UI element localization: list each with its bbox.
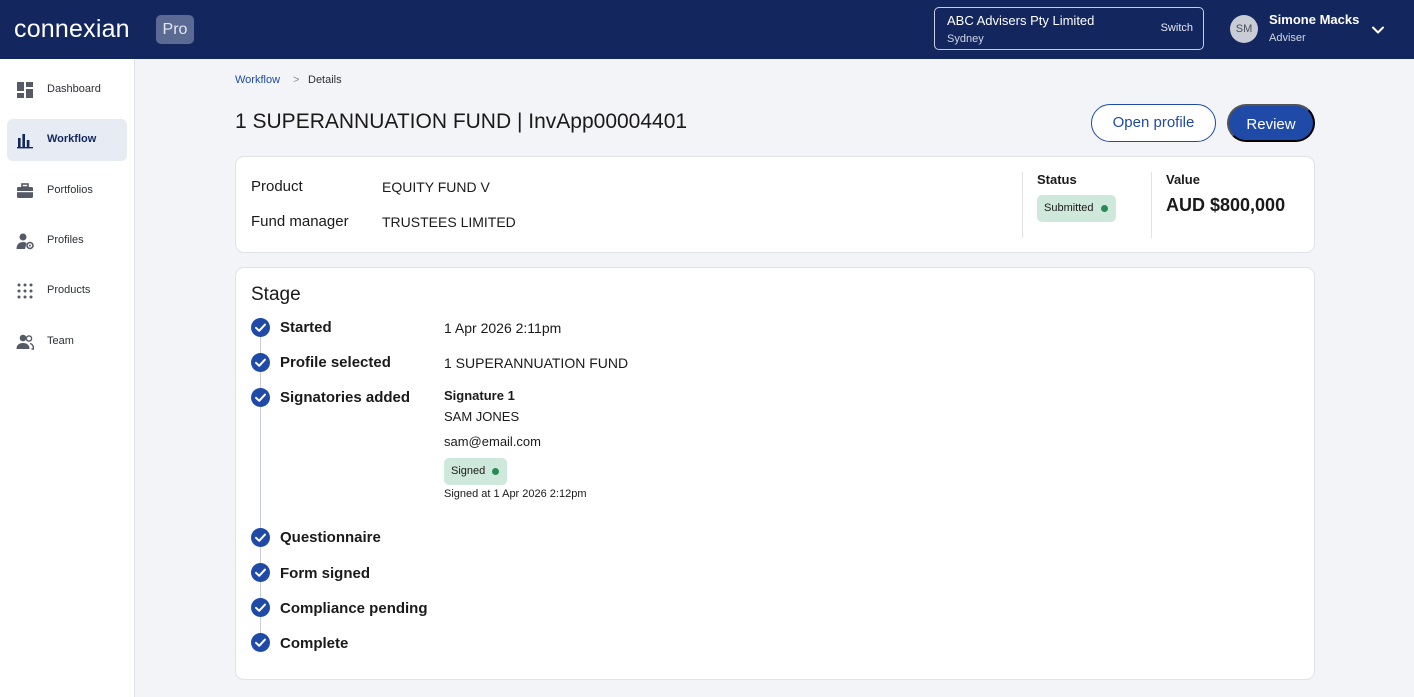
signature-heading: Signature 1 <box>444 388 515 403</box>
sidebar-item-label: Workflow <box>47 133 97 145</box>
product-label: Product <box>251 178 303 195</box>
bar-chart-icon <box>17 134 33 149</box>
sidebar-item-workflow[interactable]: Workflow <box>7 119 127 161</box>
sidebar-item-label: Products <box>47 284 91 296</box>
chevron-down-icon[interactable] <box>1370 22 1386 38</box>
sidebar-item-label: Team <box>47 335 74 347</box>
user-avatar[interactable]: SM <box>1230 15 1258 43</box>
divider <box>1022 172 1023 238</box>
app-logo[interactable]: connexian <box>14 15 130 44</box>
sidebar: Dashboard Workflow Portfolios Profiles P… <box>0 59 135 697</box>
stage-step-label: Form signed <box>280 565 371 582</box>
breadcrumb-workflow-link[interactable]: Workflow <box>235 74 280 86</box>
briefcase-icon <box>17 183 33 198</box>
sidebar-item-profiles[interactable]: Profiles <box>7 220 127 262</box>
sidebar-item-label: Profiles <box>47 234 84 246</box>
stage-step-label: Compliance pending <box>280 600 428 617</box>
product-value: EQUITY FUND V <box>382 179 490 195</box>
sidebar-item-products[interactable]: Products <box>7 270 127 312</box>
stage-step-value: 1 Apr 2026 2:11pm <box>444 320 562 336</box>
stage-step-label: Started <box>280 319 332 336</box>
divider <box>1151 172 1152 238</box>
top-bar: connexian Pro ABC Advisers Pty Limited S… <box>0 0 1414 59</box>
status-dot-icon <box>1100 205 1108 212</box>
status-badge: Submitted <box>1037 195 1116 222</box>
sidebar-item-label: Portfolios <box>47 184 93 196</box>
check-circle-icon <box>251 598 270 617</box>
signed-badge: Signed <box>444 458 508 485</box>
person-gear-icon <box>16 233 34 250</box>
sidebar-item-dashboard[interactable]: Dashboard <box>7 69 127 111</box>
signatory-name: SAM JONES <box>444 409 520 424</box>
grid-dots-icon <box>17 283 33 299</box>
fund-manager-value: TRUSTEES LIMITED <box>382 214 516 230</box>
sidebar-item-team[interactable]: Team <box>7 321 127 363</box>
check-circle-icon <box>251 318 270 337</box>
stage-step-value: 1 SUPERANNUATION FUND <box>444 355 629 371</box>
review-button[interactable]: Review <box>1227 104 1315 142</box>
stage-step-label: Complete <box>280 635 349 652</box>
status-badge-text: Submitted <box>1044 202 1094 214</box>
stage-step-label: Signatories added <box>280 389 411 406</box>
user-name: Simone Macks <box>1269 12 1360 27</box>
stage-step-label: Profile selected <box>280 354 391 371</box>
status-dot-icon <box>492 468 500 475</box>
dashboard-icon <box>17 82 33 98</box>
stage-card: Stage Started 1 Apr 2026 2:11pm Profile … <box>235 267 1315 680</box>
user-role: Adviser <box>1269 32 1306 44</box>
check-circle-icon <box>251 528 270 547</box>
team-icon <box>16 334 34 350</box>
fund-manager-label: Fund manager <box>251 213 349 230</box>
organization-name: ABC Advisers Pty Limited <box>947 13 1095 28</box>
organization-switcher[interactable]: ABC Advisers Pty Limited Sydney Switch <box>934 7 1204 50</box>
check-circle-icon <box>251 353 270 372</box>
chevron-right-icon: > <box>293 74 300 86</box>
stage-step-label: Questionnaire <box>280 529 381 546</box>
check-circle-icon <box>251 633 270 652</box>
pro-badge: Pro <box>156 15 194 44</box>
timeline-line <box>260 336 261 636</box>
signatory-email: sam@email.com <box>444 434 541 449</box>
check-circle-icon <box>251 563 270 582</box>
sidebar-item-portfolios[interactable]: Portfolios <box>7 170 127 212</box>
page-title: 1 SUPERANNUATION FUND | InvApp00004401 <box>235 110 688 133</box>
breadcrumb-current: Details <box>308 74 342 86</box>
application-summary-card: Product EQUITY FUND V Fund manager TRUST… <box>235 156 1315 253</box>
signed-at-text: Signed at 1 Apr 2026 2:12pm <box>444 488 587 500</box>
sidebar-item-label: Dashboard <box>47 83 101 95</box>
open-profile-button[interactable]: Open profile <box>1091 104 1216 142</box>
status-label: Status <box>1037 172 1077 187</box>
stage-title: Stage <box>251 284 301 305</box>
value-amount: AUD $800,000 <box>1166 195 1286 215</box>
switch-organization-button[interactable]: Switch <box>1161 22 1193 34</box>
organization-location: Sydney <box>947 33 984 45</box>
signed-badge-text: Signed <box>451 465 486 477</box>
value-label: Value <box>1166 172 1200 187</box>
check-circle-icon <box>251 388 270 407</box>
